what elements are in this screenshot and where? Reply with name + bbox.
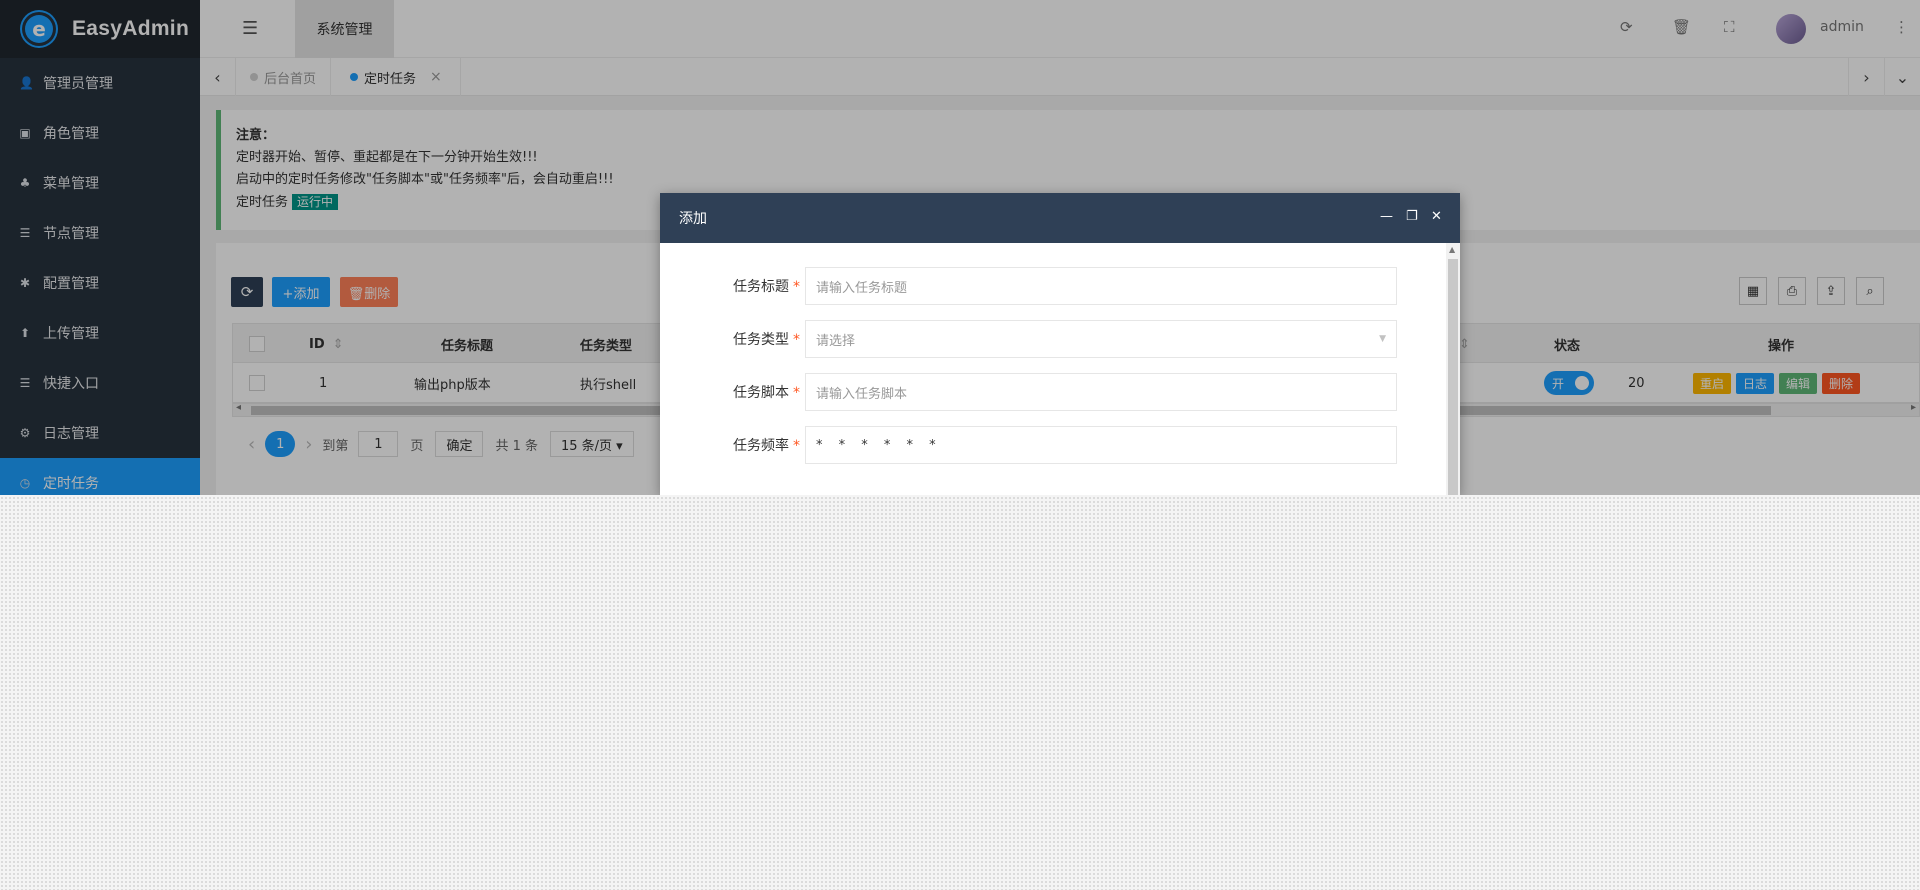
modal-scrollbar[interactable]: ▲ (1446, 243, 1460, 495)
field-label: 任务类型 * (733, 332, 800, 348)
app-viewport: e EasyAdmin 👤 管理员管理 ▣ 角色管理 ♣ 菜单管理 ☰ 节点管理 ✱ 配置管理 ⬆ 上… (0, 0, 1920, 495)
form-row-script: 任务脚本 * (660, 373, 800, 411)
task-frequency-input[interactable]: * * * * * * (805, 426, 1397, 464)
task-type-select[interactable]: 请选择 ▼ (805, 320, 1397, 358)
minimize-icon[interactable]: — (1380, 209, 1393, 224)
form-row-frequency: 任务频率 * (660, 426, 800, 464)
close-icon[interactable]: ✕ (1431, 209, 1442, 224)
task-title-input[interactable]: 请输入任务标题 (805, 267, 1397, 305)
modal-title-bar[interactable]: 添加 — ❐ ✕ (660, 193, 1460, 243)
field-label: 任务标题 * (733, 279, 800, 295)
field-label: 任务频率 * (733, 438, 800, 454)
modal-scroll-thumb[interactable] (1448, 259, 1458, 495)
modal-title: 添加 (679, 211, 707, 227)
field-label: 任务脚本 * (733, 385, 800, 401)
chevron-down-icon: ▼ (1379, 334, 1386, 344)
maximize-icon[interactable]: ❐ (1406, 209, 1418, 224)
form-row-type: 任务类型 * (660, 320, 800, 358)
add-task-modal: 添加 — ❐ ✕ 任务标题 * 请输入任务标题 任务类型 * 请选择 ▼ 任务脚本 *… (660, 193, 1460, 495)
task-script-input[interactable]: 请输入任务脚本 (805, 373, 1397, 411)
scroll-up-icon[interactable]: ▲ (1449, 245, 1455, 254)
form-row-title: 任务标题 * (660, 267, 800, 305)
